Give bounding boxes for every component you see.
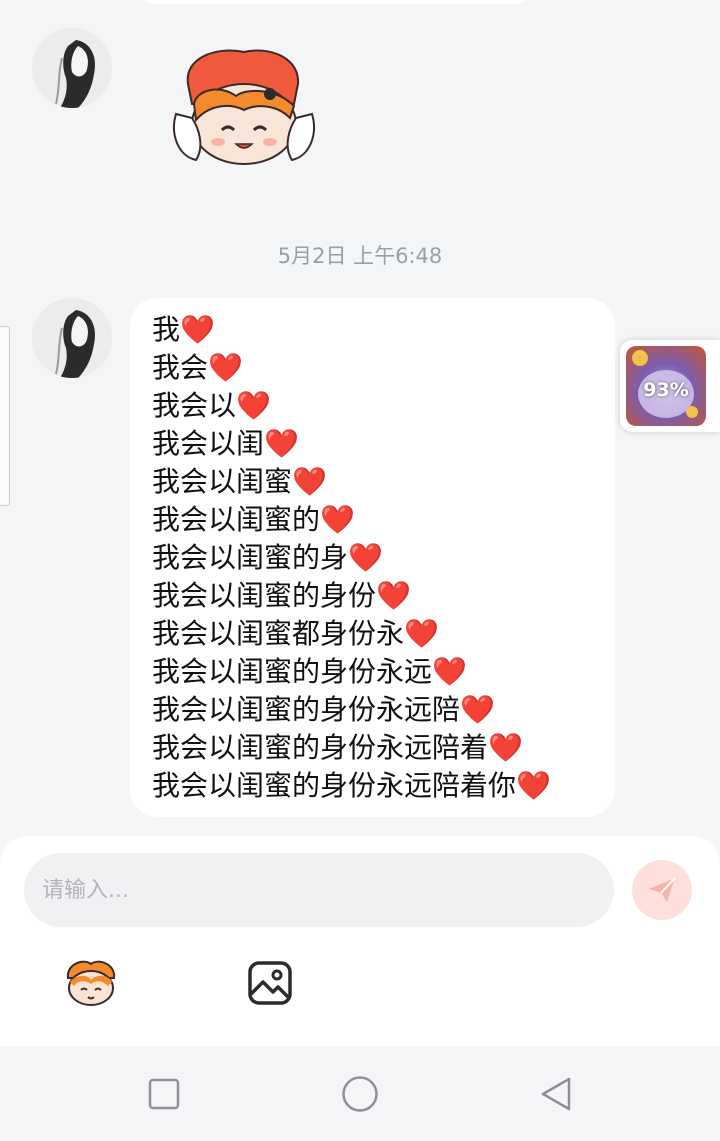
avatar-image-icon	[32, 298, 112, 378]
home-button[interactable]	[340, 1074, 380, 1114]
message-line-text: 我会以闺蜜都身份永	[152, 617, 405, 650]
message-line-text: 我会以闺蜜的身份	[152, 579, 377, 612]
message-line-text: 我会以闺蜜	[152, 465, 293, 498]
heart-icon: ❤️	[236, 389, 271, 422]
image-picker-button[interactable]	[246, 960, 294, 1006]
message-text: 我❤️ 我会❤️ 我会以❤️ 我会以闺❤️ 我会以闺蜜❤️ 我会以闺蜜的❤️ 我会以闺蜜的身…	[152, 311, 615, 805]
system-navigation-bar	[0, 1046, 720, 1141]
message-line-text: 我会以闺蜜的身份永远陪	[152, 693, 461, 726]
message-line: 我会以闺蜜的身份永远陪着你❤️	[152, 767, 615, 805]
heart-icon: ❤️	[208, 351, 243, 384]
send-button[interactable]	[632, 860, 692, 920]
sticker-message[interactable]	[166, 44, 322, 170]
message-line-text: 我	[152, 313, 181, 346]
image-icon	[248, 961, 292, 1005]
heart-icon: ❤️	[516, 769, 551, 802]
side-drawer-handle[interactable]	[0, 326, 10, 506]
message-line: 我会以闺蜜的身份永远❤️	[152, 653, 615, 691]
message-line: 我会以闺蜜❤️	[152, 463, 615, 501]
message-line-text: 我会以闺蜜的身份永远陪着	[152, 731, 489, 764]
message-line-text: 我会以闺蜜的身份永远	[152, 655, 433, 688]
heart-icon: ❤️	[264, 427, 299, 460]
heart-icon: ❤️	[292, 465, 327, 498]
message-line: 我会以闺蜜的❤️	[152, 501, 615, 539]
message-line: 我会以闺蜜的身份永远陪着❤️	[152, 729, 615, 767]
message-line-text: 我会以闺蜜的身	[152, 541, 349, 574]
composer-panel	[0, 836, 720, 1046]
floating-activity-widget[interactable]: 93%	[620, 340, 720, 432]
text-message-bubble[interactable]: 我❤️ 我会❤️ 我会以❤️ 我会以闺❤️ 我会以闺蜜❤️ 我会以闺蜜的❤️ 我会以闺蜜的身…	[130, 298, 615, 817]
progress-percent: 93%	[643, 379, 689, 401]
heart-icon: ❤️	[348, 541, 383, 574]
message-line-text: 我会以	[152, 389, 237, 422]
heart-icon: ❤️	[460, 693, 495, 726]
previous-message-bubble	[140, 0, 530, 4]
heart-icon: ❤️	[180, 313, 215, 346]
heart-icon: ❤️	[320, 503, 355, 536]
emoji-sticker-icon	[66, 960, 116, 1006]
heart-icon: ❤️	[404, 617, 439, 650]
message-line: 我会以闺蜜的身份❤️	[152, 577, 615, 615]
sticker-button[interactable]	[60, 956, 122, 1008]
message-line: 我会以❤️	[152, 387, 615, 425]
recent-apps-icon	[148, 1078, 180, 1110]
message-line: 我会以闺蜜的身份永远陪❤️	[152, 691, 615, 729]
message-line-text: 我会以闺蜜的身份永远陪着你	[152, 769, 517, 802]
back-icon	[541, 1077, 571, 1111]
paper-plane-icon	[649, 877, 676, 902]
message-line: 我会以闺❤️	[152, 425, 615, 463]
back-button[interactable]	[536, 1074, 576, 1114]
contact-avatar[interactable]	[32, 28, 112, 108]
message-line: 我会❤️	[152, 349, 615, 387]
message-line-text: 我会以闺	[152, 427, 265, 460]
message-line: 我会以闺蜜都身份永❤️	[152, 615, 615, 653]
contact-avatar[interactable]	[32, 298, 112, 378]
home-icon	[342, 1076, 378, 1112]
message-line: 我会以闺蜜的身❤️	[152, 539, 615, 577]
anime-girl-sticker-icon	[173, 49, 315, 165]
activity-character-icon: 93%	[626, 346, 706, 426]
message-timestamp: 5月2日 上午6:48	[277, 244, 443, 268]
avatar-image-icon	[32, 28, 112, 108]
heart-icon: ❤️	[432, 655, 467, 688]
message-line-text: 我会	[152, 351, 209, 384]
message-line: 我❤️	[152, 311, 615, 349]
heart-icon: ❤️	[376, 579, 411, 612]
heart-icon: ❤️	[488, 731, 523, 764]
message-input[interactable]	[24, 853, 614, 927]
message-line-text: 我会以闺蜜的	[152, 503, 321, 536]
recent-apps-button[interactable]	[144, 1074, 184, 1114]
